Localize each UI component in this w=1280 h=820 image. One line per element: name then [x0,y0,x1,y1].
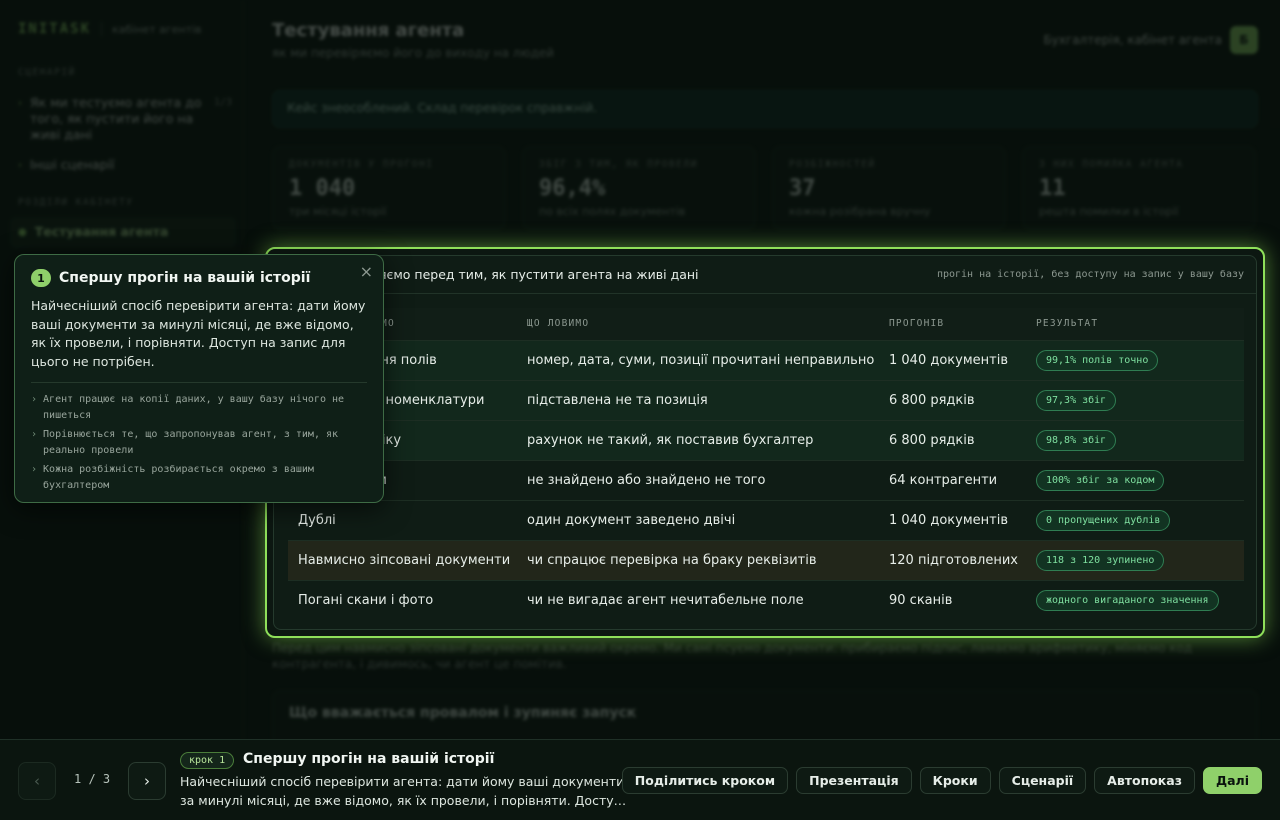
card-header: Що ми проганяємо перед тим, як пустити а… [274,256,1256,294]
tour-bar: ‹ 1 / 3 › крок 1 Спершу прогін на вашій … [0,739,1280,820]
popover-header: 1 Спершу прогін на вашій історії [31,269,367,287]
cell-runs: 1 040 документів [879,339,1026,380]
chevron-right-icon: › [31,464,38,475]
step-description: Найчесніший спосіб перевірити агента: да… [180,774,627,808]
step-counter: 1 / 3 [74,772,111,786]
result-badge: 98,8% збіг [1036,429,1117,451]
popover-points: › Агент працює на копії даних, у вашу баз… [31,392,367,493]
divider [31,382,367,383]
next-step-button[interactable]: › [128,762,166,800]
popover-title: Спершу прогін на вашій історії [59,270,311,286]
popover-body: Найчесніший спосіб перевірити агента: да… [31,298,366,369]
cell-runs: 64 контрагенти [879,459,1026,500]
column-header: ЩО ЛОВИМО [517,308,879,340]
cell-runs: 6 800 рядків [879,379,1026,420]
result-badge: 97,3% збіг [1036,389,1117,411]
cell-result: 98,8% збіг [1026,419,1244,460]
table-row: Розпізнавання полів номер, дата, суми, п… [288,339,1244,380]
scenarios-button[interactable]: Сценарії [998,767,1087,794]
cell-result: 97,3% збіг [1026,379,1244,420]
result-badge: жодного вигаданого значення [1036,589,1219,611]
column-header: РЕЗУЛЬТАТ [1026,308,1244,340]
cell-result: 99,1% полів точно [1026,339,1244,380]
result-badge: 118 з 120 зупинено [1036,549,1165,571]
chevron-right-icon: › [31,429,38,440]
steps-button[interactable]: Кроки [919,767,991,794]
cell-runs: 120 підготовлених [879,539,1026,580]
next-button[interactable]: Далі [1202,767,1262,794]
step-title: Спершу прогін на вашій історії [243,751,495,767]
tour-popover: 1 Спершу прогін на вашій історії × Найче… [14,254,384,503]
presentation-button[interactable]: Презентація [796,767,912,794]
cell-catch: не знайдено або знайдено не того [517,459,879,500]
cell-check: Погані скани і фото [288,579,517,620]
chevron-right-icon: › [31,394,38,405]
table-row: Навмисно зіпсовані документи чи спрацює … [288,539,1244,580]
close-icon[interactable]: × [360,262,373,281]
point-text: Кожна розбіжність розбирається окремо з … [43,464,314,491]
point-text: Порівнюється те, що запропонував агент, … [43,429,339,456]
prev-step-button[interactable]: ‹ [18,762,56,800]
cell-result: 0 пропущених дублів [1026,499,1244,540]
table-header-row: ЩО ПЕРЕВІРЯЄМО ЩО ЛОВИМО ПРОГОНІВ РЕЗУЛЬ… [288,308,1244,340]
table-row: Контрагенти не знайдено або знайдено не … [288,459,1244,500]
card-hint: прогін на історії, без доступу на запис … [936,269,1244,280]
cell-catch: чи спрацює перевірка на браку реквізитів [517,539,879,580]
table-row: Зіставлення номенклатури підставлена не … [288,379,1244,420]
list-item: › Порівнюється те, що запропонував агент,… [31,427,367,458]
cell-catch: підставлена не та позиція [517,379,879,420]
result-badge: 99,1% полів точно [1036,349,1159,371]
cell-catch: чи не вигадає агент нечитабельне поле [517,579,879,620]
cell-result: 100% збіг за кодом [1026,459,1244,500]
cell-check: Дублі [288,499,517,540]
result-badge: 0 пропущених дублів [1036,509,1171,531]
cell-result: жодного вигаданого значення [1026,579,1244,620]
checks-table: ЩО ПЕРЕВІРЯЄМО ЩО ЛОВИМО ПРОГОНІВ РЕЗУЛЬ… [288,308,1244,620]
cell-runs: 90 сканів [879,579,1026,620]
cell-catch: рахунок не такий, як поставив бухгалтер [517,419,879,460]
list-item: › Агент працює на копії даних, у вашу баз… [31,392,367,423]
step-badge: крок 1 [180,752,235,769]
cell-runs: 1 040 документів [879,499,1026,540]
step-number: 1 [31,269,51,287]
tour-actions: Поділитись кроком Презентація Кроки Сцен… [621,767,1262,794]
cell-runs: 6 800 рядків [879,419,1026,460]
point-text: Агент працює на копії даних, у вашу базу… [43,394,345,421]
checks-card: Що ми проганяємо перед тим, як пустити а… [273,255,1257,630]
table-row: Дублі один документ заведено двічі 1 040… [288,499,1244,540]
table-row: Погані скани і фото чи не вигадає агент … [288,579,1244,620]
list-item: › Кожна розбіжність розбирається окремо з… [31,462,367,493]
cell-catch: номер, дата, суми, позиції прочитані неп… [517,339,879,380]
cell-catch: один документ заведено двічі [517,499,879,540]
tour-spotlight: Що ми проганяємо перед тим, як пустити а… [265,247,1265,638]
column-header: ПРОГОНІВ [879,308,1026,340]
cell-result: 118 з 120 зупинено [1026,539,1244,580]
autoplay-button[interactable]: Автопоказ [1094,767,1195,794]
cell-check: Навмисно зіпсовані документи [288,539,517,580]
table-row: Рахунок обліку рахунок не такий, як пост… [288,419,1244,460]
share-step-button[interactable]: Поділитись кроком [621,767,789,794]
result-badge: 100% збіг за кодом [1036,469,1165,491]
